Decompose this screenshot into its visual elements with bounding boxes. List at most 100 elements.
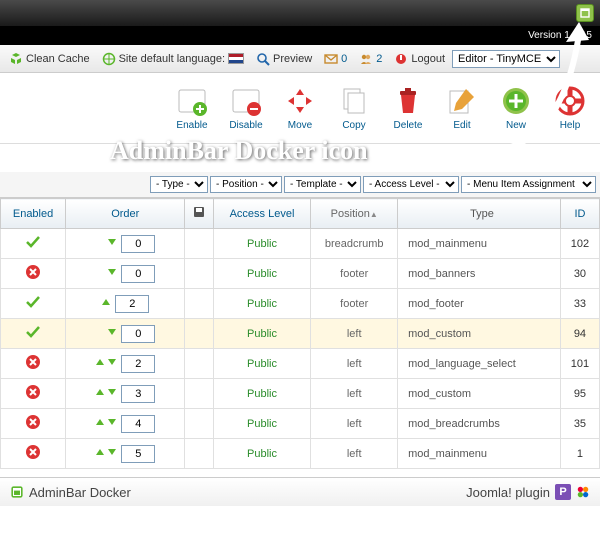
filter-access[interactable]: - Access Level - <box>363 176 459 193</box>
id-value: 101 <box>560 349 599 379</box>
order-down-icon[interactable] <box>107 327 117 340</box>
enabled-icon[interactable] <box>25 331 41 343</box>
order-input[interactable] <box>115 295 149 313</box>
lifebuoy-icon <box>554 85 586 117</box>
disabled-icon[interactable] <box>25 451 41 463</box>
order-input[interactable] <box>121 235 155 253</box>
enable-button[interactable]: Enable <box>172 85 212 131</box>
move-button[interactable]: Move <box>280 85 320 131</box>
col-access[interactable]: Access Level <box>213 199 311 229</box>
position-value: left <box>311 439 398 469</box>
new-button[interactable]: New <box>496 85 536 131</box>
preview-link[interactable]: Preview <box>251 49 317 69</box>
order-up-icon[interactable] <box>101 297 111 310</box>
messages-link[interactable]: 0 <box>319 49 352 69</box>
flag-nl-icon <box>228 53 244 64</box>
site-language[interactable]: Site default language: <box>97 49 249 69</box>
help-button[interactable]: Help <box>550 85 590 131</box>
filter-bar: - Type - - Position - - Template - - Acc… <box>0 172 600 198</box>
enabled-icon[interactable] <box>25 301 41 313</box>
filter-position[interactable]: - Position - <box>210 176 282 193</box>
order-input[interactable] <box>121 325 155 343</box>
users-link[interactable]: 2 <box>354 49 387 69</box>
order-down-icon[interactable] <box>107 237 117 250</box>
order-input[interactable] <box>121 415 155 433</box>
adminbar-docker-button[interactable] <box>576 4 594 22</box>
type-value: mod_mainmenu <box>398 229 561 259</box>
recycle-icon <box>9 52 23 66</box>
order-down-icon[interactable] <box>107 417 117 430</box>
filter-type[interactable]: - Type - <box>150 176 208 193</box>
edit-button[interactable]: Edit <box>442 85 482 131</box>
order-down-icon[interactable] <box>107 447 117 460</box>
col-enabled[interactable]: Enabled <box>1 199 66 229</box>
order-down-icon[interactable] <box>107 387 117 400</box>
logout-link[interactable]: Logout <box>389 49 450 69</box>
order-down-icon[interactable] <box>107 357 117 370</box>
order-up-icon[interactable] <box>95 387 105 400</box>
type-value: mod_breadcrumbs <box>398 409 561 439</box>
id-value: 95 <box>560 379 599 409</box>
col-type[interactable]: Type <box>398 199 561 229</box>
position-value: left <box>311 409 398 439</box>
filter-menu[interactable]: - Menu Item Assignment - <box>461 176 596 193</box>
table-row: Publicbreadcrumbmod_mainmenu102 <box>1 229 600 259</box>
order-up-icon[interactable] <box>95 447 105 460</box>
version-bar: Version 1.3.15 <box>0 26 600 45</box>
type-value: mod_custom <box>398 319 561 349</box>
order-up-icon[interactable] <box>95 357 105 370</box>
menubar: Clean Cache Site default language: Previ… <box>0 45 600 73</box>
table-row: Publicfootermod_footer33 <box>1 289 600 319</box>
order-up-icon[interactable] <box>95 417 105 430</box>
preview-label: Preview <box>273 53 312 65</box>
joomla-icon <box>576 485 590 499</box>
delete-button[interactable]: Delete <box>388 85 428 131</box>
order-input[interactable] <box>121 445 155 463</box>
disabled-icon[interactable] <box>25 271 41 283</box>
toolbar: Enable Disable Move Copy Delete Edit New… <box>0 73 600 144</box>
id-value: 35 <box>560 409 599 439</box>
type-value: mod_custom <box>398 379 561 409</box>
table-row: Publicleftmod_mainmenu1 <box>1 439 600 469</box>
table-row: Publicleftmod_language_select101 <box>1 349 600 379</box>
access-value: Public <box>247 388 277 400</box>
move-icon <box>284 85 316 117</box>
order-input[interactable] <box>121 265 155 283</box>
disabled-icon[interactable] <box>25 421 41 433</box>
table-row: Publicleftmod_breadcrumbs35 <box>1 409 600 439</box>
col-id[interactable]: ID <box>560 199 599 229</box>
disabled-icon[interactable] <box>25 391 41 403</box>
table-row: Publicfootermod_banners30 <box>1 259 600 289</box>
filter-template[interactable]: - Template - <box>284 176 361 193</box>
id-value: 33 <box>560 289 599 319</box>
position-value: footer <box>311 259 398 289</box>
disabled-icon[interactable] <box>25 361 41 373</box>
editor-select[interactable]: Editor - TinyMCE <box>452 50 560 68</box>
access-value: Public <box>247 268 277 280</box>
order-input[interactable] <box>121 355 155 373</box>
id-value: 1 <box>560 439 599 469</box>
col-position[interactable]: Position▲ <box>311 199 398 229</box>
plus-square-icon <box>176 85 208 117</box>
trash-icon <box>392 85 424 117</box>
users-icon <box>359 52 373 66</box>
position-value: left <box>311 379 398 409</box>
globe-icon <box>102 52 116 66</box>
order-input[interactable] <box>121 385 155 403</box>
disable-button[interactable]: Disable <box>226 85 266 131</box>
copy-button[interactable]: Copy <box>334 85 374 131</box>
plugin-p-icon: P <box>555 484 571 500</box>
id-value: 94 <box>560 319 599 349</box>
logout-icon <box>394 52 408 66</box>
position-value: footer <box>311 289 398 319</box>
clean-cache-link[interactable]: Clean Cache <box>4 49 95 69</box>
type-value: mod_language_select <box>398 349 561 379</box>
order-down-icon[interactable] <box>107 267 117 280</box>
msg-count: 0 <box>341 53 347 65</box>
lang-label: Site default language: <box>119 53 225 65</box>
col-order[interactable]: Order <box>66 199 185 229</box>
table-row: Publicleftmod_custom94 <box>1 319 600 349</box>
enabled-icon[interactable] <box>25 241 41 253</box>
col-save-order[interactable] <box>185 199 213 229</box>
access-value: Public <box>247 448 277 460</box>
